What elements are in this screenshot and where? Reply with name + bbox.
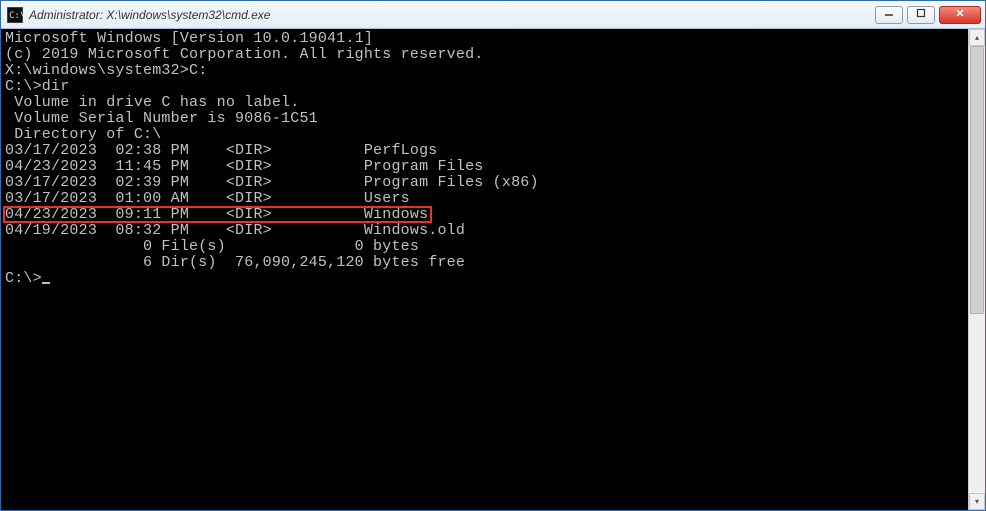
close-icon — [955, 8, 965, 21]
dir-entry: 04/23/2023 11:45 PM <DIR> Program Files — [5, 159, 968, 175]
dir-entry: 03/17/2023 02:39 PM <DIR> Program Files … — [5, 175, 968, 191]
volume-label-line: Volume in drive C has no label. — [5, 95, 968, 111]
chevron-down-icon: ▾ — [975, 497, 979, 506]
banner-copyright: (c) 2019 Microsoft Corporation. All righ… — [5, 47, 968, 63]
scroll-track[interactable] — [969, 46, 985, 493]
close-button[interactable] — [939, 6, 981, 24]
prompt-line-1: X:\windows\system32>C: — [5, 63, 968, 79]
summary-files: 0 File(s) 0 bytes — [5, 239, 968, 255]
scroll-up-button[interactable]: ▴ — [969, 29, 985, 46]
banner-version: Microsoft Windows [Version 10.0.19041.1] — [5, 31, 968, 47]
maximize-icon — [916, 8, 926, 21]
svg-text:C:\: C:\ — [9, 11, 23, 21]
window-title: Administrator: X:\windows\system32\cmd.e… — [29, 8, 875, 22]
terminal-output[interactable]: Microsoft Windows [Version 10.0.19041.1]… — [1, 29, 968, 510]
dir-entry: 04/19/2023 08:32 PM <DIR> Windows.old — [5, 223, 968, 239]
prompt-line-2: C:\>dir — [5, 79, 968, 95]
scroll-thumb[interactable] — [970, 46, 984, 314]
scroll-down-button[interactable]: ▾ — [969, 493, 985, 510]
volume-serial-line: Volume Serial Number is 9086-1C51 — [5, 111, 968, 127]
cmd-icon: C:\ — [7, 7, 23, 23]
content-area: Microsoft Windows [Version 10.0.19041.1]… — [1, 29, 985, 510]
cursor — [42, 282, 50, 284]
minimize-icon — [884, 8, 894, 21]
summary-dirs: 6 Dir(s) 76,090,245,120 bytes free — [5, 255, 968, 271]
vertical-scrollbar[interactable]: ▴ ▾ — [968, 29, 985, 510]
cmd-window: C:\ Administrator: X:\windows\system32\c… — [0, 0, 986, 511]
maximize-button[interactable] — [907, 6, 935, 24]
directory-header: Directory of C:\ — [5, 127, 968, 143]
prompt-line-3: C:\> — [5, 271, 968, 287]
dir-entry: 03/17/2023 01:00 AM <DIR> Users — [5, 191, 968, 207]
chevron-up-icon: ▴ — [975, 33, 979, 42]
dir-entry: 04/23/2023 09:11 PM <DIR> Windows — [5, 207, 968, 223]
window-controls — [875, 6, 981, 24]
titlebar[interactable]: C:\ Administrator: X:\windows\system32\c… — [1, 1, 985, 29]
minimize-button[interactable] — [875, 6, 903, 24]
dir-entry: 03/17/2023 02:38 PM <DIR> PerfLogs — [5, 143, 968, 159]
